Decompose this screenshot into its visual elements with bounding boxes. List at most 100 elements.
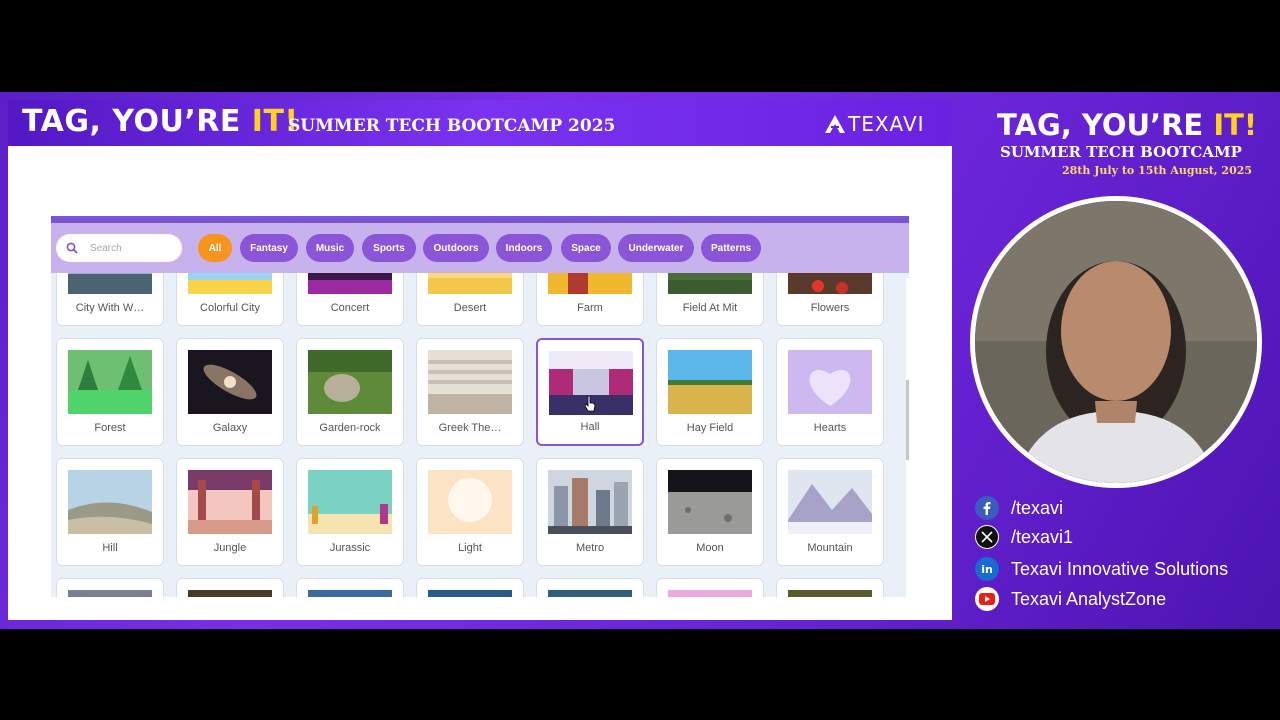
- category-fantasy[interactable]: Fantasy: [240, 234, 298, 262]
- backdrop-thumbnail: [68, 470, 152, 534]
- backdrop-card-jurassic[interactable]: Jurassic: [296, 458, 404, 566]
- backdrop-label: Concert: [330, 302, 370, 314]
- banner-subtitle: SUMMER TECH BOOTCAMP 2025: [288, 116, 616, 136]
- backdrop-card-hay-field[interactable]: Hay Field: [656, 338, 764, 446]
- category-underwater[interactable]: Underwater: [618, 234, 694, 262]
- linkedin-icon: in: [975, 557, 999, 581]
- backdrop-thumbnail: [668, 590, 752, 597]
- social-x[interactable]: /texavi1: [975, 525, 1073, 549]
- mouse-cursor-icon: [585, 396, 596, 412]
- backdrop-label: Flowers: [810, 302, 850, 314]
- backdrop-card-forest[interactable]: Forest: [56, 338, 164, 446]
- backdrop-card-hall[interactable]: Hall: [536, 338, 644, 446]
- backdrop-grid: City With W… Colorful City Concert Deser…: [51, 273, 909, 597]
- backdrop-label: Hill: [102, 542, 118, 554]
- backdrop-thumbnail: [428, 590, 512, 597]
- presenter-video: [970, 196, 1262, 488]
- backdrop-thumbnail: [68, 273, 152, 294]
- backdrop-card-next-7[interactable]: [776, 578, 884, 597]
- backdrop-thumbnail: [788, 590, 872, 597]
- backdrop-label: Desert: [453, 302, 487, 314]
- social-linkedin[interactable]: in Texavi Innovative Solutions: [975, 557, 1228, 581]
- backdrop-card-next-5[interactable]: [536, 578, 644, 597]
- backdrop-card-garden-rock[interactable]: Garden-rock: [296, 338, 404, 446]
- backdrop-thumbnail: [188, 470, 272, 534]
- video-stage: TAG, YOU’RE IT! SUMMER TECH BOOTCAMP 202…: [0, 0, 1280, 720]
- backdrop-thumbnail: [308, 273, 392, 294]
- backdrop-label: Light: [458, 542, 482, 554]
- backdrop-thumbnail: [668, 273, 752, 294]
- backdrop-thumbnail: [308, 470, 392, 534]
- backdrop-thumbnail: [428, 273, 512, 294]
- backdrop-card-desert[interactable]: Desert: [416, 273, 524, 326]
- texavi-logo: TEXAVI: [824, 112, 925, 136]
- panel-dates: 28th July to 15th August, 2025: [1062, 164, 1253, 177]
- category-indoors[interactable]: Indoors: [496, 234, 552, 262]
- backdrop-thumbnail: [668, 470, 752, 534]
- social-facebook[interactable]: /texavi: [975, 496, 1063, 520]
- backdrop-thumbnail: [788, 350, 872, 414]
- backdrop-card-hearts[interactable]: Hearts: [776, 338, 884, 446]
- backdrop-label: Greek The…: [438, 422, 502, 434]
- backdrop-thumbnail: [188, 350, 272, 414]
- backdrop-card-next-1[interactable]: [56, 578, 164, 597]
- backdrop-card-light[interactable]: Light: [416, 458, 524, 566]
- panel-title: TAG, YOU’RE IT!: [997, 108, 1258, 142]
- x-icon: [975, 525, 999, 549]
- header-banner: TAG, YOU’RE IT! SUMMER TECH BOOTCAMP 202…: [8, 100, 952, 146]
- backdrop-label: Galaxy: [212, 422, 248, 434]
- category-space[interactable]: Space: [561, 234, 611, 262]
- search-input[interactable]: [90, 242, 170, 254]
- backdrop-label: Hearts: [813, 422, 847, 434]
- backdrop-thumbnail: [308, 590, 392, 597]
- backdrop-card-galaxy[interactable]: Galaxy: [176, 338, 284, 446]
- category-patterns[interactable]: Patterns: [701, 234, 761, 262]
- backdrop-label: Metro: [575, 542, 605, 554]
- backdrop-thumbnail: [188, 273, 272, 294]
- backdrop-card-city-with-water[interactable]: City With W…: [56, 273, 164, 326]
- backdrop-card-next-3[interactable]: [296, 578, 404, 597]
- backdrop-card-concert[interactable]: Concert: [296, 273, 404, 326]
- backdrop-thumbnail: [548, 590, 632, 597]
- category-sports[interactable]: Sports: [362, 234, 416, 262]
- category-outdoors[interactable]: Outdoors: [423, 234, 489, 262]
- backdrop-thumbnail: [788, 273, 872, 294]
- search-icon: [66, 242, 78, 254]
- backdrop-card-mountain[interactable]: Mountain: [776, 458, 884, 566]
- backdrop-label: Hall: [580, 421, 600, 433]
- backdrop-card-farm[interactable]: Farm: [536, 273, 644, 326]
- backdrop-thumbnail: [188, 590, 272, 597]
- category-all[interactable]: All: [198, 234, 232, 262]
- search-box[interactable]: [56, 234, 182, 262]
- backdrop-card-next-4[interactable]: [416, 578, 524, 597]
- backdrop-card-jungle[interactable]: Jungle: [176, 458, 284, 566]
- backdrop-card-next-2[interactable]: [176, 578, 284, 597]
- youtube-icon: [975, 587, 999, 611]
- backdrop-thumbnail: [428, 350, 512, 414]
- backdrop-card-metro[interactable]: Metro: [536, 458, 644, 566]
- backdrop-thumbnail: [548, 470, 632, 534]
- backdrop-thumbnail: [68, 590, 152, 597]
- banner-title: TAG, YOU’RE IT!: [22, 104, 299, 139]
- backdrop-card-greek-theater[interactable]: Greek The…: [416, 338, 524, 446]
- panel-subtitle: SUMMER TECH BOOTCAMP: [1000, 143, 1242, 161]
- backdrop-label: Mountain: [807, 542, 853, 554]
- backdrop-card-hill[interactable]: Hill: [56, 458, 164, 566]
- backdrop-card-moon[interactable]: Moon: [656, 458, 764, 566]
- facebook-icon: [975, 496, 999, 520]
- backdrop-thumbnail: [428, 470, 512, 534]
- backdrop-card-next-6[interactable]: [656, 578, 764, 597]
- backdrop-card-field-at-mit[interactable]: Field At Mit: [656, 273, 764, 326]
- backdrop-picker: All Fantasy Music Sports Outdoors Indoor…: [51, 216, 909, 597]
- backdrop-label: Field At Mit: [682, 302, 738, 314]
- presenter-panel: TAG, YOU’RE IT! SUMMER TECH BOOTCAMP 28t…: [952, 100, 1272, 620]
- backdrop-card-flowers[interactable]: Flowers: [776, 273, 884, 326]
- social-youtube[interactable]: Texavi AnalystZone: [975, 587, 1166, 611]
- backdrop-label: Forest: [94, 422, 126, 434]
- backdrop-label: Colorful City: [200, 302, 260, 314]
- category-music[interactable]: Music: [306, 234, 354, 262]
- backdrop-card-colorful-city[interactable]: Colorful City: [176, 273, 284, 326]
- grid-scrollbar-thumb[interactable]: [906, 380, 909, 460]
- backdrop-thumbnail: [308, 350, 392, 414]
- texavi-logo-icon: [825, 115, 845, 133]
